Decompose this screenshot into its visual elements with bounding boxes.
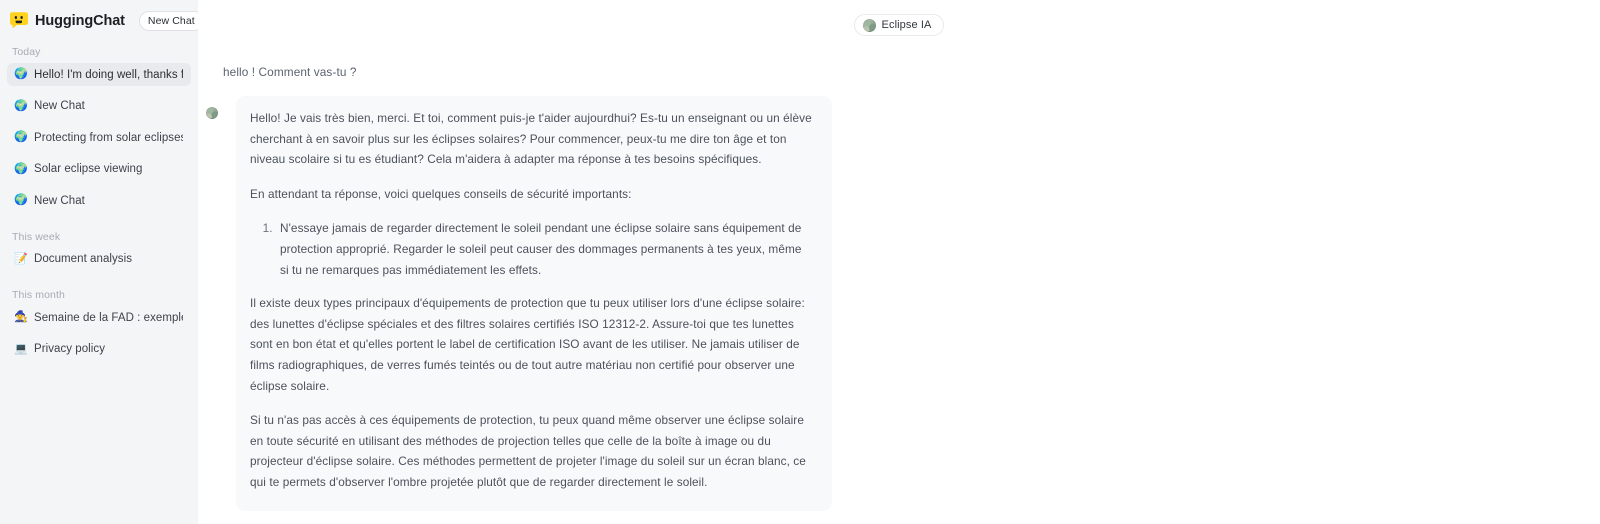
user-message: hello ! Comment vas-tu ? bbox=[223, 65, 357, 79]
assistant-avatar-icon bbox=[206, 107, 218, 119]
assistant-avatar-icon bbox=[862, 18, 876, 32]
assistant-paragraph-2: En attendant ta réponse, voici quelques … bbox=[250, 186, 632, 201]
conversation-title: Solar eclipse viewing bbox=[34, 163, 143, 175]
globe-avatar-icon: 🌍 bbox=[14, 194, 28, 206]
model-name-label: Eclipse IA bbox=[881, 19, 932, 31]
chat-main: Eclipse IA hello ! Comment vas-tu ? Hell… bbox=[198, 0, 1600, 524]
group-label-today: Today bbox=[12, 46, 41, 58]
sidebar-item-conversation[interactable]: 📝 Document analysis bbox=[7, 248, 191, 271]
conversation-list[interactable]: Today 🌍 Hello! I'm doing well, thanks fo… bbox=[0, 41, 198, 524]
laptop-icon: 💻 bbox=[14, 342, 28, 355]
assistant-message-bubble: Hello! Je vais très bien, merci. Et toi,… bbox=[236, 96, 832, 511]
new-chat-button[interactable]: New Chat bbox=[138, 10, 198, 31]
globe-avatar-icon: 🌍 bbox=[14, 162, 28, 175]
sidebar-item-conversation[interactable]: 🌍 Solar eclipse viewing bbox=[7, 158, 191, 181]
sidebar-item-conversation[interactable]: 🧙 Semaine de la FAD : exemple bbox=[7, 306, 191, 329]
globe-avatar-icon: 🌍 bbox=[14, 131, 28, 143]
assistant-ordered-list: N'essaye jamais de regarder directement … bbox=[250, 218, 812, 280]
sidebar-item-conversation[interactable]: 🌍 New Chat bbox=[7, 189, 191, 212]
model-pill-row: Eclipse IA bbox=[198, 14, 1600, 36]
conversation-title: New Chat bbox=[34, 100, 85, 112]
memo-icon: 📝 bbox=[14, 252, 28, 265]
brand-name: HuggingChat bbox=[35, 12, 125, 29]
speech-bubble-smile-icon bbox=[9, 11, 29, 30]
conversation-title: New Chat bbox=[34, 194, 85, 207]
assistant-message: Hello! Je vais très bien, merci. Et toi,… bbox=[198, 96, 1600, 511]
group-label-this-month: This month bbox=[12, 289, 65, 301]
huggingchat-app: HuggingChat New Chat Today 🌍 Hello! I'm … bbox=[0, 0, 1600, 524]
conversation-title: Privacy policy bbox=[34, 343, 105, 355]
sidebar-header: HuggingChat New Chat bbox=[0, 0, 198, 41]
conversation-title: Document analysis bbox=[34, 253, 133, 265]
globe-avatar-icon: 🌍 bbox=[14, 68, 28, 80]
sidebar-item-conversation[interactable]: 💻 Privacy policy bbox=[7, 338, 191, 361]
model-selector-pill[interactable]: Eclipse IA bbox=[853, 14, 945, 36]
sidebar-item-conversation[interactable]: 🌍 Protecting from solar eclipses bbox=[7, 126, 191, 149]
sidebar-item-conversation[interactable]: 🌍 New Chat bbox=[7, 95, 191, 118]
globe-avatar-icon: 🌍 bbox=[14, 99, 28, 112]
mage-icon: 🧙 bbox=[14, 311, 28, 323]
group-label-this-week: This week bbox=[12, 230, 61, 243]
assistant-paragraph-1: Hello! Je vais très bien, merci. Et toi,… bbox=[250, 111, 812, 167]
sidebar-item-conversation[interactable]: 🌍 Hello! I'm doing well, thanks for bbox=[7, 63, 191, 86]
message-thread[interactable]: hello ! Comment vas-tu ? Hello! Je vais … bbox=[198, 56, 1600, 524]
brand-logo-link[interactable]: HuggingChat bbox=[9, 11, 125, 30]
assistant-list-item: N'essaye jamais de regarder directement … bbox=[276, 218, 812, 280]
conversation-title: Semaine de la FAD : exemple bbox=[34, 311, 183, 324]
conversation-title: Hello! I'm doing well, thanks for bbox=[34, 68, 183, 81]
assistant-paragraph-4: Si tu n'as pas accès à ces équipements d… bbox=[250, 413, 806, 489]
conversation-title: Protecting from solar eclipses bbox=[34, 131, 183, 144]
assistant-paragraph-3: Il existe deux types principaux d'équipe… bbox=[250, 296, 805, 393]
sidebar: HuggingChat New Chat Today 🌍 Hello! I'm … bbox=[0, 0, 198, 524]
